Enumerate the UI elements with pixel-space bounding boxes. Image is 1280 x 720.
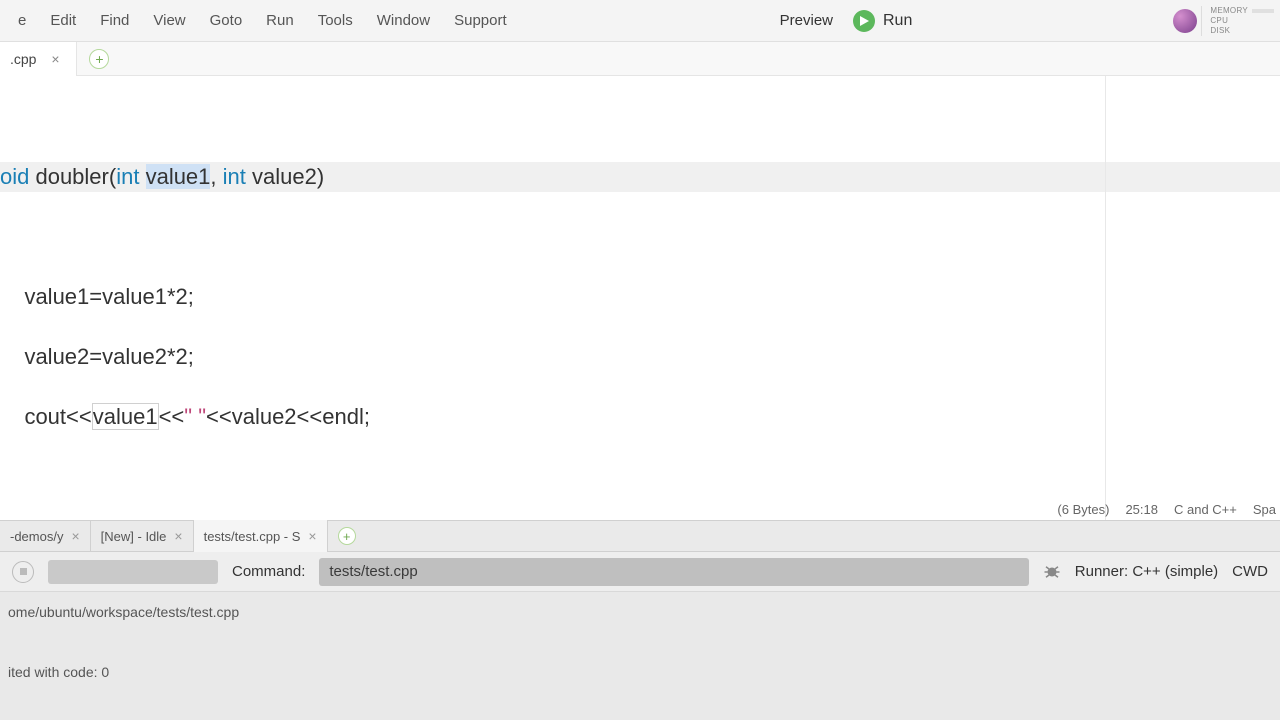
menu-tools[interactable]: Tools — [306, 8, 365, 33]
system-stats: MEMORY CPU DISK — [1201, 6, 1274, 36]
status-indent[interactable]: Spa — [1253, 502, 1276, 517]
terminal-tab[interactable]: [New] - Idle × — [91, 520, 194, 552]
new-tab-button[interactable]: + — [89, 49, 109, 69]
status-language[interactable]: C and C++ — [1174, 502, 1237, 517]
file-tab[interactable]: .cpp × — [0, 42, 77, 76]
preview-button[interactable]: Preview — [768, 8, 845, 33]
command-name-input[interactable] — [48, 560, 218, 584]
code-editor[interactable]: oid doubler(int value1, int value2) valu… — [0, 76, 1280, 520]
avatar[interactable] — [1173, 9, 1197, 33]
status-cursor-pos: 25:18 — [1125, 502, 1158, 517]
terminal-tab-label: -demos/y — [10, 529, 63, 544]
close-icon[interactable]: × — [308, 528, 316, 544]
menu-window[interactable]: Window — [365, 8, 442, 33]
terminal-output[interactable]: ome/ubuntu/workspace/tests/test.cpp ited… — [0, 592, 1280, 720]
stat-disk-label: DISK — [1210, 26, 1230, 36]
stat-memory-label: MEMORY — [1210, 6, 1248, 16]
terminal-tab[interactable]: tests/test.cpp - S × — [194, 520, 328, 552]
terminal-line — [8, 622, 1272, 642]
terminal-tabstrip: -demos/y × [New] - Idle × tests/test.cpp… — [0, 520, 1280, 552]
file-tab-label: .cpp — [10, 51, 36, 67]
terminal-line: ited with code: 0 — [8, 662, 1272, 682]
terminal-line — [8, 642, 1272, 662]
command-label: Command: — [232, 563, 305, 580]
close-icon[interactable]: × — [71, 528, 79, 544]
print-margin — [1105, 76, 1106, 520]
menu-find[interactable]: Find — [88, 8, 141, 33]
stat-cpu-label: CPU — [1210, 16, 1228, 26]
run-button[interactable]: Run — [845, 8, 920, 34]
stop-icon — [20, 568, 27, 575]
terminal-line: ome/ubuntu/workspace/tests/test.cpp — [8, 602, 1272, 622]
menu-file[interactable]: e — [6, 8, 38, 33]
new-terminal-button[interactable]: + — [338, 527, 356, 545]
command-input[interactable]: tests/test.cpp — [319, 558, 1028, 586]
menu-view[interactable]: View — [141, 8, 197, 33]
terminal-tab[interactable]: -demos/y × — [0, 520, 91, 552]
menubar: e Edit Find View Goto Run Tools Window S… — [0, 0, 1280, 42]
runner-selector[interactable]: Runner: C++ (simple) — [1075, 563, 1218, 580]
status-bytes: (6 Bytes) — [1057, 502, 1109, 517]
status-bar: (6 Bytes) 25:18 C and C++ Spa — [1057, 502, 1276, 517]
file-tabstrip: .cpp × + — [0, 42, 1280, 76]
close-icon[interactable]: × — [48, 52, 62, 66]
play-icon — [853, 10, 875, 32]
bug-icon[interactable] — [1043, 563, 1061, 581]
stop-button[interactable] — [12, 561, 34, 583]
terminal-tab-label: tests/test.cpp - S — [204, 529, 301, 544]
menu-edit[interactable]: Edit — [38, 8, 88, 33]
menu-goto[interactable]: Goto — [198, 8, 255, 33]
close-icon[interactable]: × — [174, 528, 182, 544]
command-bar: Command: tests/test.cpp Runner: C++ (sim… — [0, 552, 1280, 592]
terminal-tab-label: [New] - Idle — [101, 529, 167, 544]
run-label: Run — [883, 12, 912, 30]
cwd-selector[interactable]: CWD — [1232, 563, 1268, 580]
menu-run[interactable]: Run — [254, 8, 306, 33]
menu-support[interactable]: Support — [442, 8, 519, 33]
editor-wrap: oid doubler(int value1, int value2) valu… — [0, 76, 1280, 520]
